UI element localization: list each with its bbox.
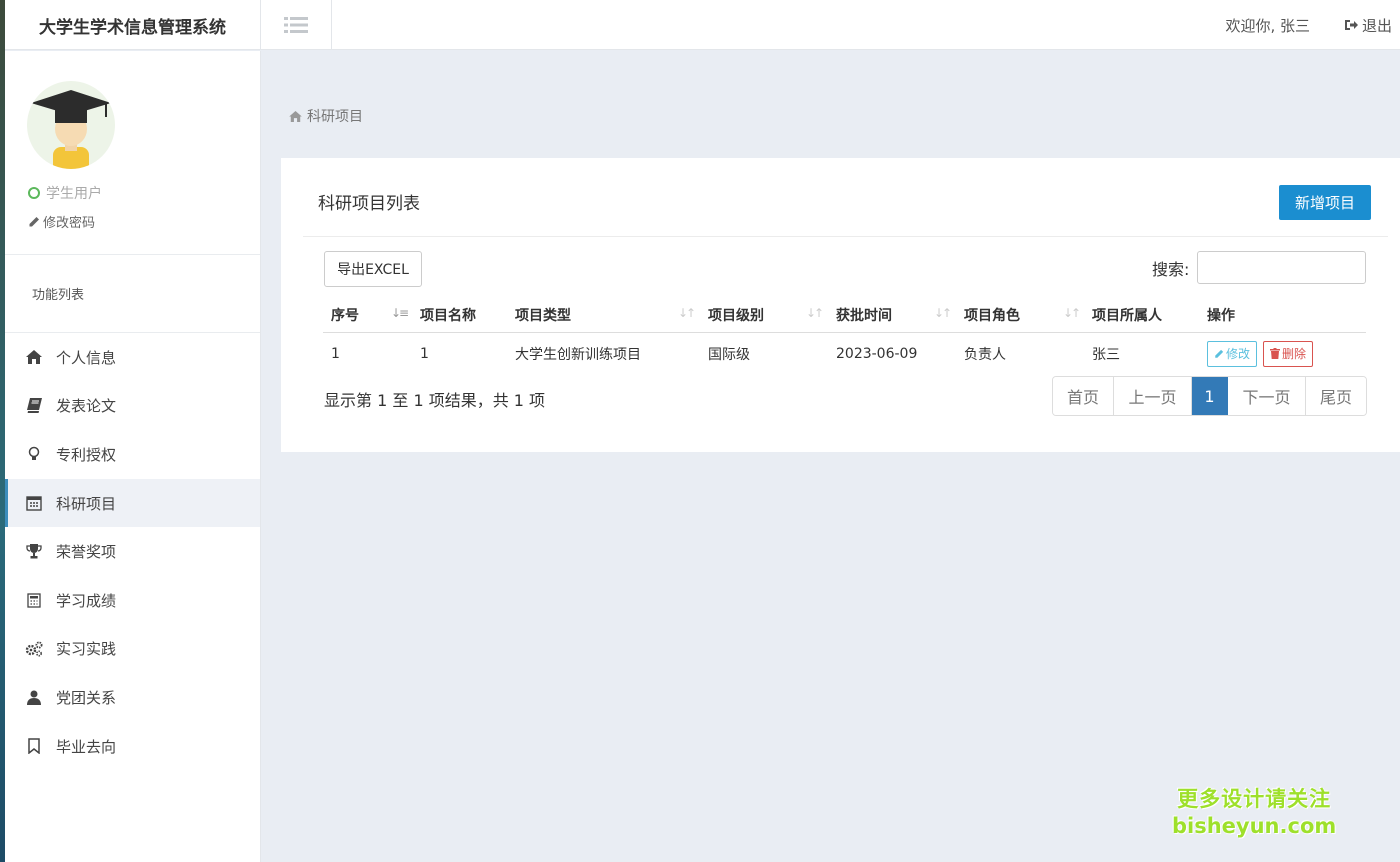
sidebar-item-label: 学习成绩 [56,591,117,610]
user-icon [25,688,43,706]
export-excel-button[interactable]: 导出EXCEL [324,251,422,287]
avatar [27,81,115,169]
sidebar-item-honors[interactable]: 荣誉奖项 [5,527,260,576]
delete-button[interactable]: 删除 [1263,340,1314,367]
cell-actions: 修改 删除 [1207,334,1314,373]
lightbulb-icon [25,445,43,463]
table-header: 序号 ↓≡ 项目名称 项目类型 ↓↑ 项目级别 ↓↑ 获批时间 ↓↑ 项目角色 … [323,298,1366,333]
user-role: 学生用户 [28,183,102,203]
sidebar-item-graduation[interactable]: 毕业去向 [5,722,260,771]
trophy-icon [25,543,43,561]
edit-button[interactable]: 修改 [1207,340,1258,367]
page-prev-button[interactable]: 上一页 [1114,377,1192,415]
menu-section-title: 功能列表 [5,255,260,333]
sort-icon[interactable]: ↓↑ [1063,306,1081,320]
cell-type: 大学生创新训练项目 [515,346,641,363]
sort-icon[interactable]: ↓↑ [678,306,696,320]
project-list-panel: 科研项目列表 新增项目 导出EXCEL 搜索: 序号 ↓≡ 项目名称 项目类型 … [281,158,1400,452]
sidebar-item-label: 党团关系 [56,688,117,707]
sidebar-item-party-relations[interactable]: 党团关系 [5,673,260,722]
delete-label: 删除 [1282,347,1307,361]
sidebar-item-label: 科研项目 [56,494,117,513]
pagination: 首页 上一页 1 下一页 尾页 [1052,376,1367,416]
breadcrumb: 科研项目 [289,106,363,126]
page-next-button[interactable]: 下一页 [1228,377,1306,415]
sidebar-item-label: 实习实践 [56,640,117,659]
sidebar-item-label: 荣誉奖项 [56,543,117,562]
book-icon [25,397,43,415]
sidebar-item-papers[interactable]: 发表论文 [5,382,260,431]
page-last-button[interactable]: 尾页 [1306,377,1366,415]
home-icon [25,348,43,366]
sort-icon[interactable]: ↓↑ [934,306,952,320]
change-password-label: 修改密码 [43,216,96,231]
page-current-button[interactable]: 1 [1192,377,1228,415]
col-header-date[interactable]: 获批时间 [836,298,892,332]
role-label: 学生用户 [46,186,102,202]
online-status-icon [28,187,40,199]
col-header-name[interactable]: 项目名称 [420,298,476,332]
pencil-icon [29,216,39,226]
home-icon [289,110,302,122]
pencil-icon [1215,349,1224,358]
sidebar-item-personal-info[interactable]: 个人信息 [5,333,260,382]
watermark-line1: 更多设计请关注 [1177,787,1332,811]
cell-name: 1 [420,345,429,362]
gears-icon [25,640,43,658]
col-header-no[interactable]: 序号 [331,298,359,332]
table-row: 1 1 大学生创新训练项目 国际级 2023-06-09 负责人 张三 修改 删… [323,334,1366,373]
sidebar-item-label: 个人信息 [56,348,117,367]
user-profile: 学生用户 修改密码 [5,51,260,255]
trash-icon [1270,348,1281,359]
calculator-icon [25,591,43,609]
search-input[interactable] [1197,251,1366,284]
bookmark-icon [25,737,43,755]
sidebar-item-patents[interactable]: 专利授权 [5,430,260,479]
welcome-text: 欢迎你, 张三 [1225,16,1310,35]
page-first-button[interactable]: 首页 [1053,377,1114,415]
sort-icon[interactable]: ↓↑ [806,306,824,320]
watermark-line2: bisheyun.com [1172,814,1337,838]
sidebar-item-label: 发表论文 [56,397,117,416]
col-header-level[interactable]: 项目级别 [708,298,764,332]
sidebar-item-grades[interactable]: 学习成绩 [5,576,260,625]
change-password-link[interactable]: 修改密码 [28,212,95,231]
search-label: 搜索: [1152,260,1190,279]
panel-title: 科研项目列表 [318,194,420,214]
sidebar-item-label: 毕业去向 [56,737,117,756]
cell-no: 1 [331,345,340,362]
edit-label: 修改 [1226,347,1251,361]
menu-toggle-button[interactable] [261,0,332,50]
top-bar: 大学生学术信息管理系统 欢迎你, 张三 退出 [5,0,1400,50]
add-project-button[interactable]: 新增项目 [1279,185,1371,220]
sidebar-item-label: 专利授权 [56,445,117,464]
sidebar-item-research-projects[interactable]: 科研项目 [5,478,260,528]
col-header-role[interactable]: 项目角色 [964,298,1020,332]
sidebar-item-internship[interactable]: 实习实践 [5,625,260,674]
sort-asc-icon[interactable]: ↓≡ [391,306,409,320]
col-header-actions: 操作 [1207,308,1235,324]
logout-link[interactable]: 退出 [1344,15,1392,36]
cell-level: 国际级 [708,346,750,363]
col-header-type[interactable]: 项目类型 [515,298,571,332]
breadcrumb-current: 科研项目 [307,109,363,125]
cell-role: 负责人 [964,346,1006,363]
list-icon [284,17,308,33]
calendar-icon [25,494,43,512]
sign-out-icon [1344,20,1358,30]
watermark: 更多设计请关注 bisheyun.com [1172,786,1336,840]
col-header-owner[interactable]: 项目所属人 [1092,298,1162,332]
cell-owner: 张三 [1092,346,1120,363]
cell-date: 2023-06-09 [836,345,918,362]
divider [303,236,1388,237]
logout-label: 退出 [1361,16,1392,35]
app-title: 大学生学术信息管理系统 [5,0,261,50]
sidebar: 学生用户 修改密码 功能列表 个人信息 发表论文 专利授权 科研项目 荣誉奖项 … [5,51,261,862]
pagination-info: 显示第 1 至 1 项结果，共 1 项 [324,391,546,410]
